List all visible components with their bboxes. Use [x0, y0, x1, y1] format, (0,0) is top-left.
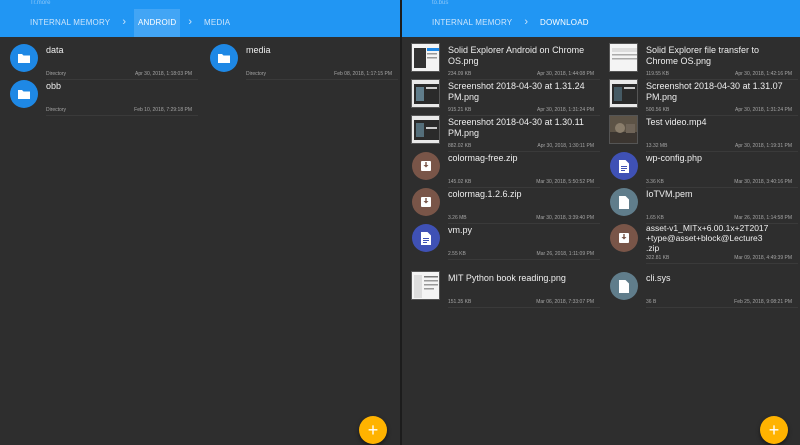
image-thumbnail: [411, 271, 440, 300]
crumb-media[interactable]: MEDIA: [200, 9, 234, 37]
divider: [646, 307, 798, 308]
item-date: Mar 26, 2018, 1:11:09 PM: [536, 251, 594, 257]
add-button[interactable]: +: [760, 416, 788, 444]
crumb-download[interactable]: DOWNLOAD: [536, 9, 593, 37]
chevron-right-icon: ›: [524, 16, 529, 28]
right-file-list: Solid Explorer Android on Chrome OS.png …: [402, 37, 800, 445]
item-date: Mar 09, 2018, 4:49:39 PM: [734, 255, 792, 261]
item-meta: Directory: [246, 71, 267, 77]
archive-icon: [412, 152, 440, 180]
archive-icon: [610, 224, 638, 252]
right-pane: to.bus INTERNAL MEMORY › DOWNLOAD Solid …: [402, 0, 800, 445]
item-name: vm.py: [448, 225, 473, 235]
divider: [448, 259, 600, 260]
item-name: Screenshot 2018-04-30 at 1.30.11 PM.png: [448, 117, 584, 138]
list-item[interactable]: vm.py 2.55 KB Mar 26, 2018, 1:11:09 PM: [404, 220, 600, 260]
left-header: Tr.more INTERNAL MEMORY › ANDROID › MEDI…: [0, 0, 400, 37]
right-breadcrumb: INTERNAL MEMORY › DOWNLOAD: [428, 9, 593, 37]
item-name: media: [246, 45, 271, 55]
list-item[interactable]: cli.sys 36 B Feb 25, 2018, 9:08:21 PM: [602, 268, 798, 308]
crumb-android[interactable]: ANDROID: [134, 9, 181, 37]
left-file-list: data Directory Apr 30, 2018, 1:18:03 PM …: [0, 37, 400, 445]
item-name: Solid Explorer Android on Chrome OS.png: [448, 45, 585, 66]
image-thumbnail: [609, 79, 638, 108]
left-pane: Tr.more INTERNAL MEMORY › ANDROID › MEDI…: [0, 0, 400, 445]
list-item[interactable]: wp-config.php 3.36 KB Mar 30, 2018, 3:40…: [602, 148, 798, 188]
list-item[interactable]: Test video.mp4 13.32 MB Apr 30, 2018, 1:…: [602, 112, 798, 152]
divider: [246, 79, 398, 80]
code-file-icon: [610, 152, 638, 180]
item-date: Feb 10, 2018, 7:29:18 PM: [134, 107, 192, 113]
item-meta: 2.55 KB: [448, 251, 466, 257]
chevron-right-icon: ›: [188, 16, 192, 28]
item-name: IoTVM.pem: [646, 189, 693, 199]
list-item[interactable]: colormag.1.2.6.zip 3.26 MB Mar 30, 2018,…: [404, 184, 600, 224]
item-meta: 151.35 KB: [448, 299, 472, 305]
item-date: Mar 06, 2018, 7:33:07 PM: [536, 299, 594, 305]
item-name: Test video.mp4: [646, 117, 707, 127]
item-date: Feb 25, 2018, 9:08:21 PM: [734, 299, 792, 305]
item-name: Screenshot 2018-04-30 at 1.31.24 PM.png: [448, 81, 585, 102]
image-thumbnail: [609, 43, 638, 72]
item-name: data: [46, 45, 64, 55]
item-name: obb: [46, 81, 62, 91]
folder-icon: [10, 44, 38, 72]
item-name: Solid Explorer file transfer to Chrome O…: [646, 45, 760, 66]
item-name: colormag.1.2.6.zip: [448, 189, 522, 199]
image-thumbnail: [411, 79, 440, 108]
video-thumbnail: [609, 115, 638, 144]
divider: [46, 115, 198, 116]
left-subline: Tr.more: [30, 0, 51, 6]
item-name: colormag-free.zip: [448, 153, 518, 163]
file-icon: [610, 272, 638, 300]
folder-icon: [210, 44, 238, 72]
item-name: MIT Python book reading.png: [448, 273, 566, 283]
item-name: asset-v1_MITx+6.00.1x+2T2017 +type@asset…: [646, 223, 769, 253]
item-name: wp-config.php: [646, 153, 703, 163]
divider: [646, 263, 798, 264]
list-item[interactable]: Screenshot 2018-04-30 at 1.30.11 PM.png …: [404, 112, 600, 152]
list-item[interactable]: asset-v1_MITx+6.00.1x+2T2017 +type@asset…: [602, 220, 798, 264]
item-meta: 36 B: [646, 299, 657, 305]
item-date: Feb 08, 2018, 1:17:15 PM: [334, 71, 392, 77]
image-thumbnail: [411, 115, 440, 144]
list-item[interactable]: Screenshot 2018-04-30 at 1.31.24 PM.png …: [404, 76, 600, 116]
left-breadcrumb: INTERNAL MEMORY › ANDROID › MEDIA: [26, 9, 234, 37]
item-meta: 322.81 KB: [646, 255, 670, 261]
list-item[interactable]: Solid Explorer Android on Chrome OS.png …: [404, 40, 600, 80]
code-file-icon: [412, 224, 440, 252]
chevron-right-icon: ›: [122, 16, 127, 28]
item-meta: Directory: [46, 107, 67, 113]
item-name: Screenshot 2018-04-30 at 1.31.07 PM.png: [646, 81, 783, 102]
right-header: to.bus INTERNAL MEMORY › DOWNLOAD: [402, 0, 800, 37]
list-item[interactable]: Solid Explorer file transfer to Chrome O…: [602, 40, 798, 80]
right-subline: to.bus: [432, 0, 449, 6]
item-name: cli.sys: [646, 273, 671, 283]
file-icon: [610, 188, 638, 216]
list-item[interactable]: data Directory Apr 30, 2018, 1:18:03 PM: [2, 40, 198, 80]
folder-icon: [10, 80, 38, 108]
add-button[interactable]: +: [359, 416, 387, 444]
list-item[interactable]: colormag-free.zip 145.02 KB Mar 30, 2018…: [404, 148, 600, 188]
list-item[interactable]: IoTVM.pem 1.65 KB Mar 26, 2018, 1:14:58 …: [602, 184, 798, 224]
divider: [448, 307, 600, 308]
list-item[interactable]: obb Directory Feb 10, 2018, 7:29:18 PM: [2, 76, 198, 116]
crumb-internal-memory[interactable]: INTERNAL MEMORY: [428, 9, 516, 37]
archive-icon: [412, 188, 440, 216]
crumb-internal-memory[interactable]: INTERNAL MEMORY: [26, 9, 114, 37]
list-item[interactable]: MIT Python book reading.png 151.35 KB Ma…: [404, 268, 600, 308]
list-item[interactable]: Screenshot 2018-04-30 at 1.31.07 PM.png …: [602, 76, 798, 116]
list-item[interactable]: media Directory Feb 08, 2018, 1:17:15 PM: [202, 40, 398, 80]
image-thumbnail: [411, 43, 440, 72]
